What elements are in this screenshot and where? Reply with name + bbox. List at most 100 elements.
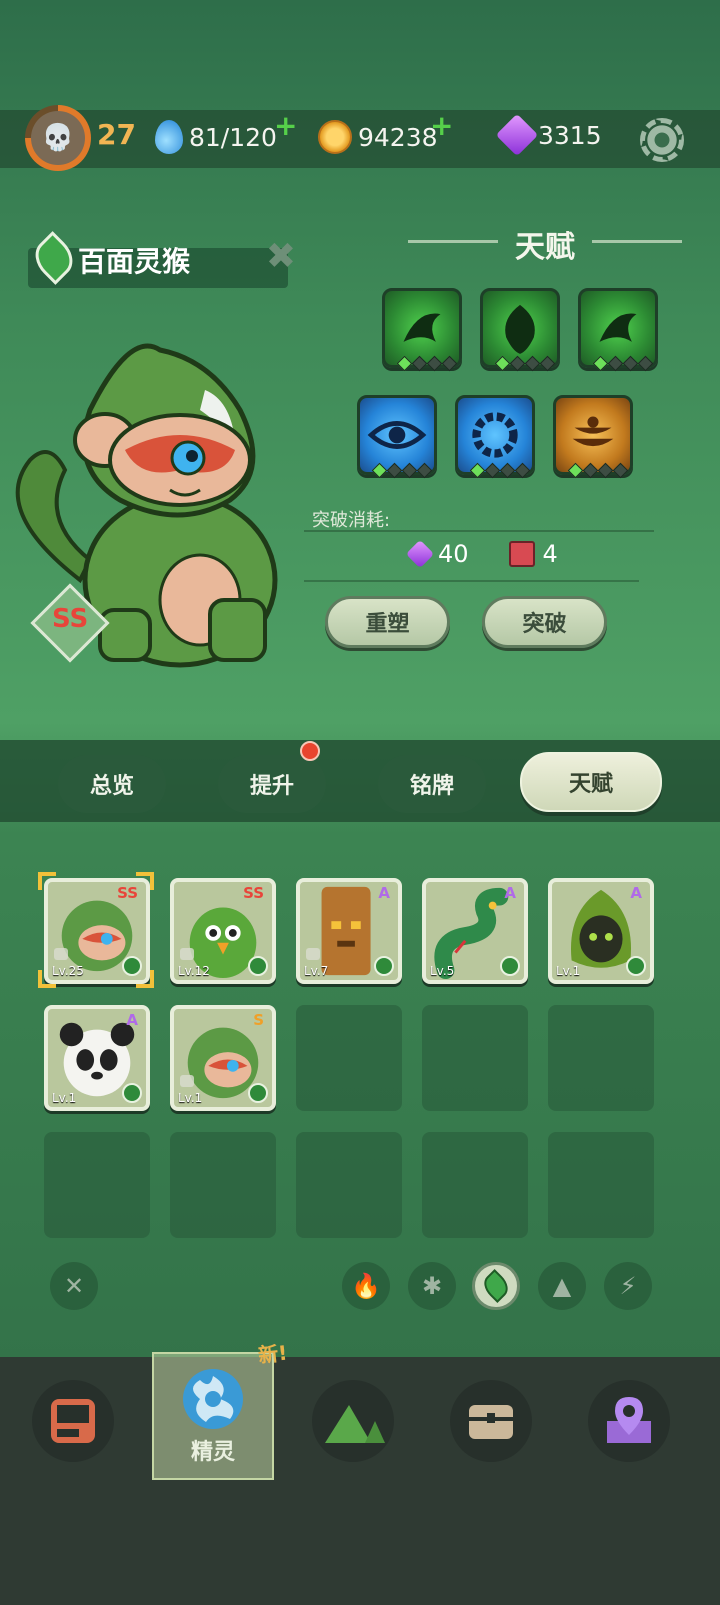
nav-spirit-button[interactable] [180,1366,246,1432]
selection-corner [38,872,56,890]
breakthrough-cost-label: 突破消耗: [312,510,391,531]
pet-rank: A [630,884,642,902]
title-decoration-left [408,240,498,243]
empty-slot [296,1005,402,1111]
skull-icon: 💀 [31,111,85,165]
leaf-element-icon [626,956,646,976]
pet-rank: SS [243,884,264,902]
nav-map-button[interactable] [588,1380,670,1462]
divider [304,580,639,582]
rank-label: SS [52,604,89,634]
leaf-element-icon [248,956,268,976]
pet-level: Lv.1 [556,964,581,978]
pet-card[interactable]: SS Lv.12 [170,878,276,984]
leaf-element-icon [122,1083,142,1103]
talent-level-4 [371,462,433,479]
leaf-element-icon [248,1083,268,1103]
green-claw-icon [599,313,637,342]
nav-device-button[interactable] [32,1380,114,1462]
fire-filter-icon[interactable]: 🔥 [342,1262,390,1310]
cost-items: 40 4 [405,539,558,569]
tab-overview[interactable]: 总览 [58,755,166,813]
player-avatar[interactable]: 💀 [25,105,91,171]
pet-level: Lv.12 [178,964,210,978]
close-icon[interactable]: ✖ [262,238,300,276]
pet-rank: A [378,884,390,902]
pet-name: 百面灵猴 [78,245,191,278]
device-icon [51,1399,95,1443]
selection-corner [38,970,56,988]
pet-level: Lv.7 [304,964,329,978]
mountain-filter-icon[interactable]: ▲ [538,1262,586,1310]
nav-spirit-label: 精灵 [190,1440,235,1465]
title-decoration-right [592,240,682,243]
empty-slot [422,1005,528,1111]
player-level: 27 [97,118,136,151]
pet-card[interactable]: A Lv.7 [296,878,402,984]
pet-card[interactable]: A Lv.1 [44,1005,150,1111]
pet-card[interactable]: SS Lv.25 [44,878,150,984]
coin-value: 94238 [358,122,438,152]
mountain-tree-icon [325,1405,385,1443]
breakthrough-button[interactable]: 突破 [482,596,607,648]
empty-slot [548,1005,654,1111]
leaf-element-icon [374,956,394,976]
pet-rank: SS [117,884,138,902]
add-coins-button[interactable]: + [430,112,453,140]
talent-level-5 [469,462,531,479]
pet-rank: S [253,1011,264,1029]
energy-value: 81/120 [189,122,277,152]
gear-ring-icon [472,412,518,458]
add-energy-button[interactable]: + [274,112,297,140]
talent-level-6 [567,462,629,479]
coin-counter: 94238 [318,120,438,154]
gem-icon [405,539,435,569]
pet-rank: A [126,1011,138,1029]
empty-slot [422,1132,528,1238]
tab-upgrade[interactable]: 提升 [218,755,326,813]
pet-card[interactable]: A Lv.5 [422,878,528,984]
empty-slot [296,1132,402,1238]
cost-gems: 40 [438,540,469,568]
spirit-swirl-icon [183,1369,243,1429]
leaf-element-icon [500,956,520,976]
empty-slot [44,1132,150,1238]
empty-slot [170,1132,276,1238]
nav-explore-button[interactable] [312,1380,394,1462]
pet-card[interactable]: S Lv.1 [170,1005,276,1111]
lock-icon [180,1075,194,1087]
bowl-stack-icon [572,416,614,447]
map-pin-icon [607,1397,651,1443]
lightning-filter-icon[interactable]: ⚡ [604,1262,652,1310]
water-drop-icon [155,120,183,154]
selection-corner [136,872,154,890]
pet-level: Lv.1 [178,1091,203,1105]
talent-level-3 [592,355,654,372]
snowflake-filter-icon[interactable]: ✱ [408,1262,456,1310]
new-tag: 新! [256,1340,289,1368]
tab-nameplate[interactable]: 铭牌 [378,755,486,813]
pet-level: Lv.5 [430,964,455,978]
gem-value: 3315 [538,120,602,150]
green-claw-icon [403,313,441,342]
leaf-filter-icon[interactable] [472,1262,520,1310]
settings-gear-icon[interactable] [640,118,684,162]
chest-icon [469,1405,513,1439]
selection-corner [136,970,154,988]
tab-talent[interactable]: 天赋 [520,752,662,812]
green-drop-icon [505,304,535,354]
reshape-button[interactable]: 重塑 [325,596,450,648]
pet-level: Lv.25 [52,964,84,978]
talent-level-2 [494,355,556,372]
talent-book-icon [508,541,535,567]
pet-rank: A [504,884,516,902]
lock-icon [180,948,194,960]
energy-counter: 81/120 [155,120,277,154]
lock-icon [306,948,320,960]
clear-filter-icon[interactable]: ✕ [50,1262,98,1310]
gem-icon [495,113,539,157]
pet-level: Lv.1 [52,1091,77,1105]
nav-chest-button[interactable] [450,1380,532,1462]
pet-card[interactable]: A Lv.1 [548,878,654,984]
cost-books: 4 [542,540,558,568]
